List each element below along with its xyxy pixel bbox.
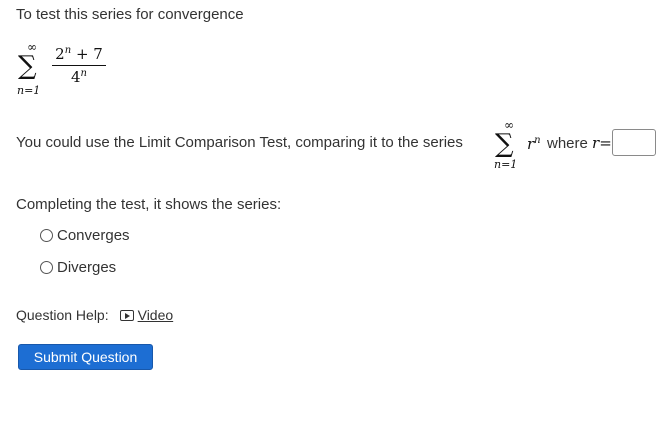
where-label: where r= (547, 134, 612, 152)
fraction-numerator: 2n + 7 (55, 45, 103, 63)
comparison-series-expression: ∞ ∑ n=1 (493, 118, 553, 172)
comparison-sum-lower-limit: n=1 (494, 158, 518, 171)
series-fraction: 2n + 7 4n (52, 45, 106, 86)
comparison-sigma-symbol: ∑ (495, 129, 514, 159)
option-label: Converges (57, 227, 130, 244)
r-value-input[interactable] (612, 129, 656, 156)
radio-circle-icon[interactable] (40, 261, 53, 274)
series-expression: ∞ ∑ n=1 2n + 7 4n (14, 40, 124, 104)
option-converges[interactable]: Converges (40, 227, 130, 244)
question-help-label: Question Help: (16, 307, 109, 323)
submit-question-button[interactable]: Submit Question (18, 344, 153, 370)
fraction-denominator: 4n (71, 68, 87, 86)
completing-text: Completing the test, it shows the series… (16, 196, 282, 213)
video-play-icon (119, 309, 134, 321)
comparison-term: rn (527, 135, 541, 153)
intro-text: To test this series for convergence (16, 6, 244, 23)
radio-circle-icon[interactable] (40, 229, 53, 242)
option-label: Diverges (57, 259, 117, 276)
video-link-label: Video (137, 307, 174, 323)
video-link[interactable]: Video (119, 307, 174, 323)
sum-lower-limit: n=1 (17, 84, 41, 97)
question-help: Question Help: Video (16, 307, 173, 323)
sigma-symbol: ∑ (18, 51, 37, 81)
fraction-bar (52, 65, 106, 66)
comparison-text: You could use the Limit Comparison Test,… (16, 134, 463, 151)
option-diverges[interactable]: Diverges (40, 259, 116, 276)
